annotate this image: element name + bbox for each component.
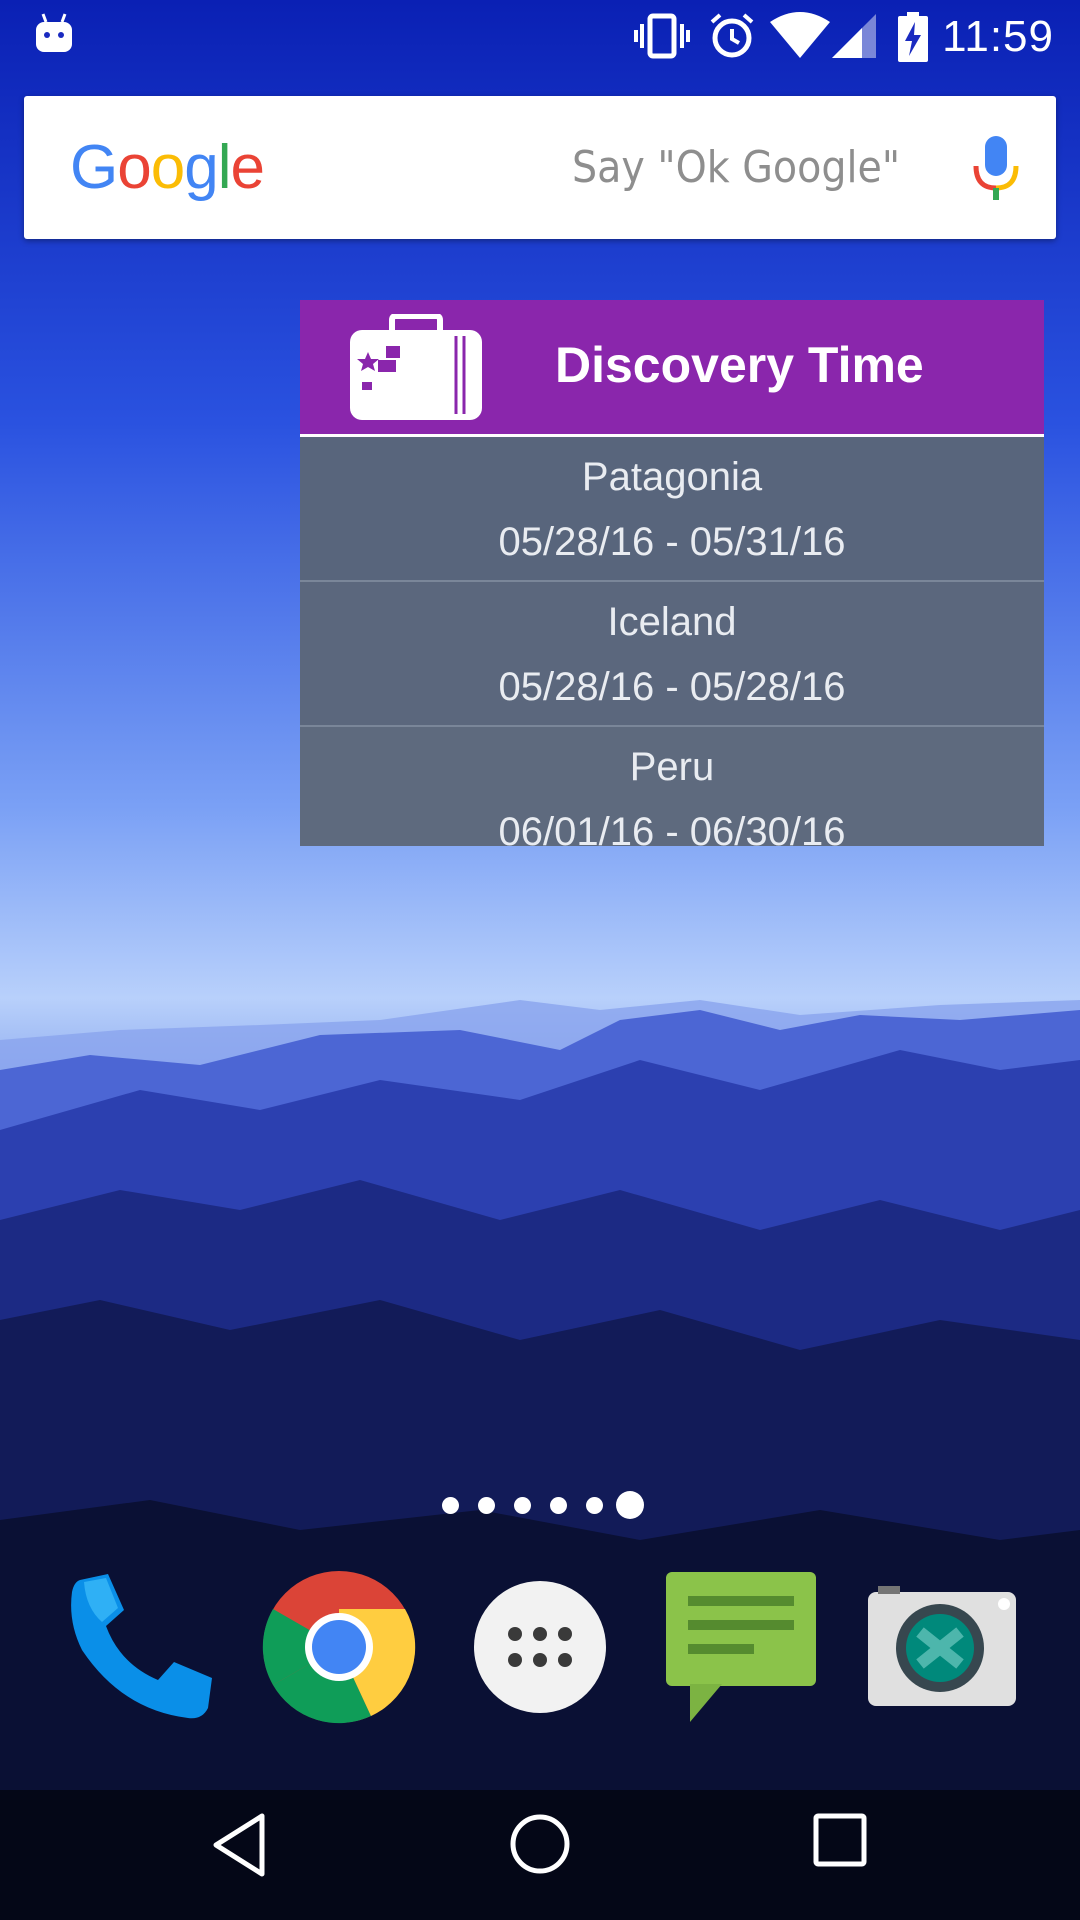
navigation-bar — [0, 1790, 1080, 1920]
trip-dates: 05/28/16 - 05/31/16 — [498, 520, 846, 564]
google-search-bar[interactable]: Google Say "Ok Google" — [24, 96, 1056, 239]
suitcase-icon — [350, 314, 482, 420]
widget-header[interactable]: Discovery Time — [300, 300, 1044, 437]
camera-icon[interactable] — [864, 1570, 1018, 1724]
back-button[interactable] — [210, 1812, 270, 1878]
page-dot — [514, 1497, 531, 1514]
page-dot — [550, 1497, 567, 1514]
trip-item[interactable]: Iceland 05/28/16 - 05/28/16 — [300, 582, 1044, 727]
chrome-icon[interactable] — [262, 1570, 416, 1724]
phone-icon[interactable] — [62, 1570, 216, 1724]
battery-charging-icon — [898, 12, 928, 62]
wifi-icon — [770, 12, 830, 58]
trip-name: Peru — [629, 745, 715, 789]
status-bar: 11:59 — [0, 0, 1080, 75]
google-logo: Google — [70, 132, 265, 203]
logo-letter: o — [150, 133, 185, 202]
trip-list[interactable]: Patagonia 05/28/16 - 05/31/16 Iceland 05… — [300, 437, 1044, 846]
page-dot-active — [616, 1491, 644, 1519]
trip-dates: 06/01/16 - 06/30/16 — [498, 810, 846, 846]
trip-item[interactable]: Patagonia 05/28/16 - 05/31/16 — [300, 437, 1044, 582]
cell-signal-icon — [832, 14, 876, 58]
logo-letter: l — [217, 133, 232, 202]
vibrate-icon — [634, 13, 690, 59]
messages-icon[interactable] — [664, 1570, 818, 1724]
home-button[interactable] — [508, 1812, 572, 1876]
logo-letter: g — [184, 133, 218, 202]
widget-title: Discovery Time — [555, 337, 924, 393]
recents-button[interactable] — [812, 1812, 868, 1868]
mic-icon[interactable] — [968, 134, 1024, 202]
trip-name: Patagonia — [581, 455, 763, 499]
logo-letter: G — [70, 133, 118, 202]
page-dot — [442, 1497, 459, 1514]
status-time: 11:59 — [942, 12, 1054, 61]
trip-dates: 05/28/16 - 05/28/16 — [498, 665, 846, 709]
discovery-time-widget[interactable]: Discovery Time Patagonia 05/28/16 - 05/3… — [300, 300, 1044, 846]
trip-item[interactable]: Peru 06/01/16 - 06/30/16 — [300, 727, 1044, 846]
trip-name: Iceland — [607, 600, 737, 644]
search-hint-text: Say "Ok Google" — [572, 142, 901, 193]
android-notification-icon — [36, 13, 72, 52]
page-dot — [478, 1497, 495, 1514]
logo-letter: e — [230, 133, 264, 202]
page-dot — [586, 1497, 603, 1514]
logo-letter: o — [117, 133, 151, 202]
app-drawer-icon[interactable] — [463, 1570, 617, 1724]
alarm-icon — [710, 13, 754, 58]
